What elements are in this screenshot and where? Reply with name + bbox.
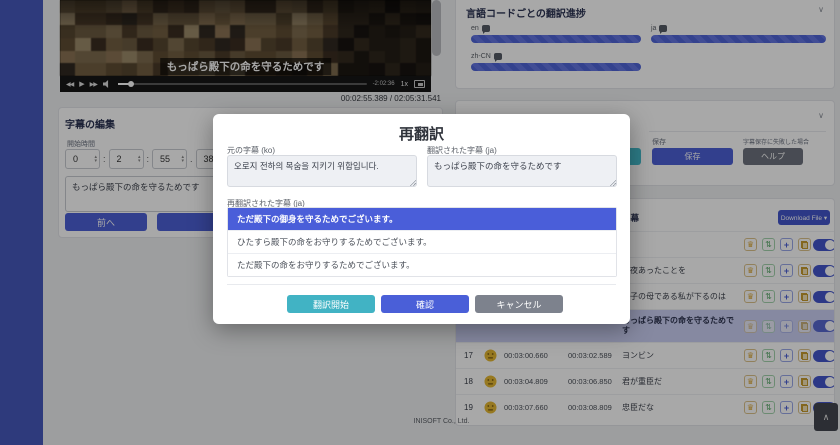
retranslation-option-selected[interactable]: ただ殿下の御身を守るためでございます。 xyxy=(228,208,616,230)
retranslation-options-list: ただ殿下の御身を守るためでございます。 ひたすら殿下の命をお守りするためでござい… xyxy=(227,207,617,277)
retranslation-option[interactable]: ただ殿下の命をお守りするためでございます。 xyxy=(228,253,616,276)
app-window: もっぱら殿下の命を守るためです ◀◀ ▶ ▶▶ -2:02:36 1x 00:0… xyxy=(0,0,840,445)
resize-handle-icon[interactable] xyxy=(609,179,616,186)
confirm-button[interactable]: 確認 xyxy=(381,295,469,313)
retranslation-option[interactable]: ひたすら殿下の命をお守りするためでございます。 xyxy=(228,230,616,253)
source-subtitle-input[interactable]: 오로지 전하의 목숨을 지키기 위함입니다. xyxy=(227,155,417,187)
cancel-button[interactable]: キャンセル xyxy=(475,295,563,313)
start-translation-button[interactable]: 翻訳開始 xyxy=(287,295,375,313)
divider xyxy=(227,284,616,285)
retranslate-modal: 再翻訳 元の字幕 (ko) 翻訳された字幕 (ja) 오로지 전하의 목숨을 지… xyxy=(213,114,630,324)
modal-title: 再翻訳 xyxy=(213,123,630,144)
resize-handle-icon[interactable] xyxy=(409,179,416,186)
translated-subtitle-input[interactable]: もっぱら殿下の命を守るためです xyxy=(427,155,617,187)
